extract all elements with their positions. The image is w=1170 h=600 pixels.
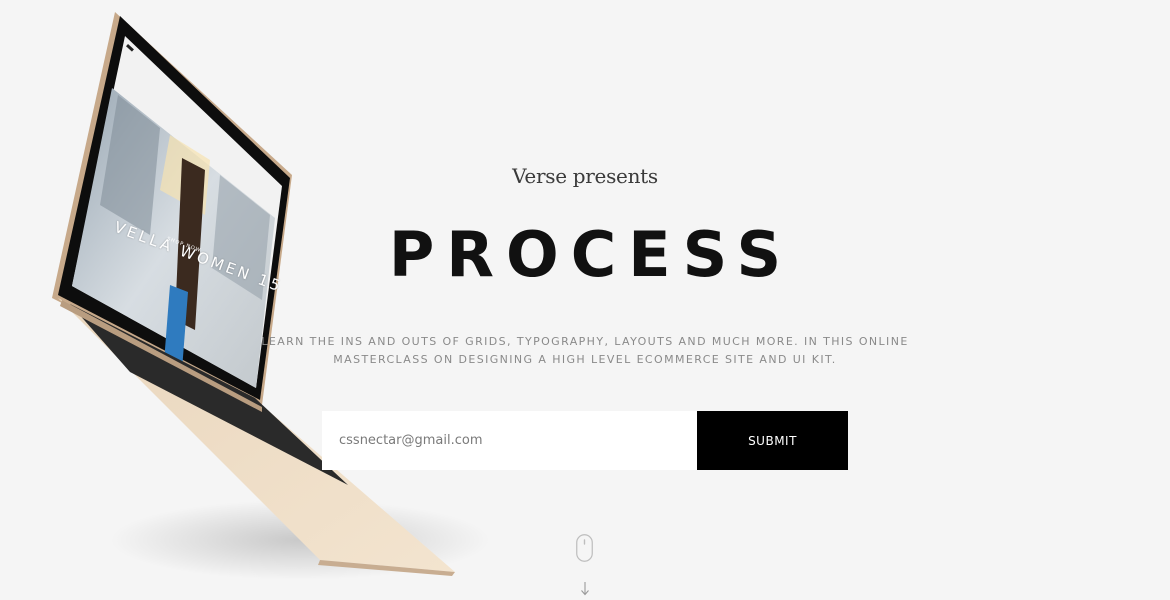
laptop-illustration	[52, 12, 490, 580]
page-title: PROCESS	[388, 218, 794, 291]
signup-form: SUBMIT	[322, 411, 848, 470]
mouse-icon[interactable]	[576, 534, 593, 562]
email-field[interactable]	[322, 411, 697, 470]
presents-text: Verse presents	[512, 164, 658, 188]
description-text: LEARN THE INS AND OUTS OF GRIDS, TYPOGRA…	[261, 335, 909, 366]
arrow-down-icon[interactable]	[579, 580, 591, 598]
laptop-mockup: VELLA WOMEN 15 SHOP NOW	[0, 0, 500, 600]
submit-button[interactable]: SUBMIT	[697, 411, 848, 470]
